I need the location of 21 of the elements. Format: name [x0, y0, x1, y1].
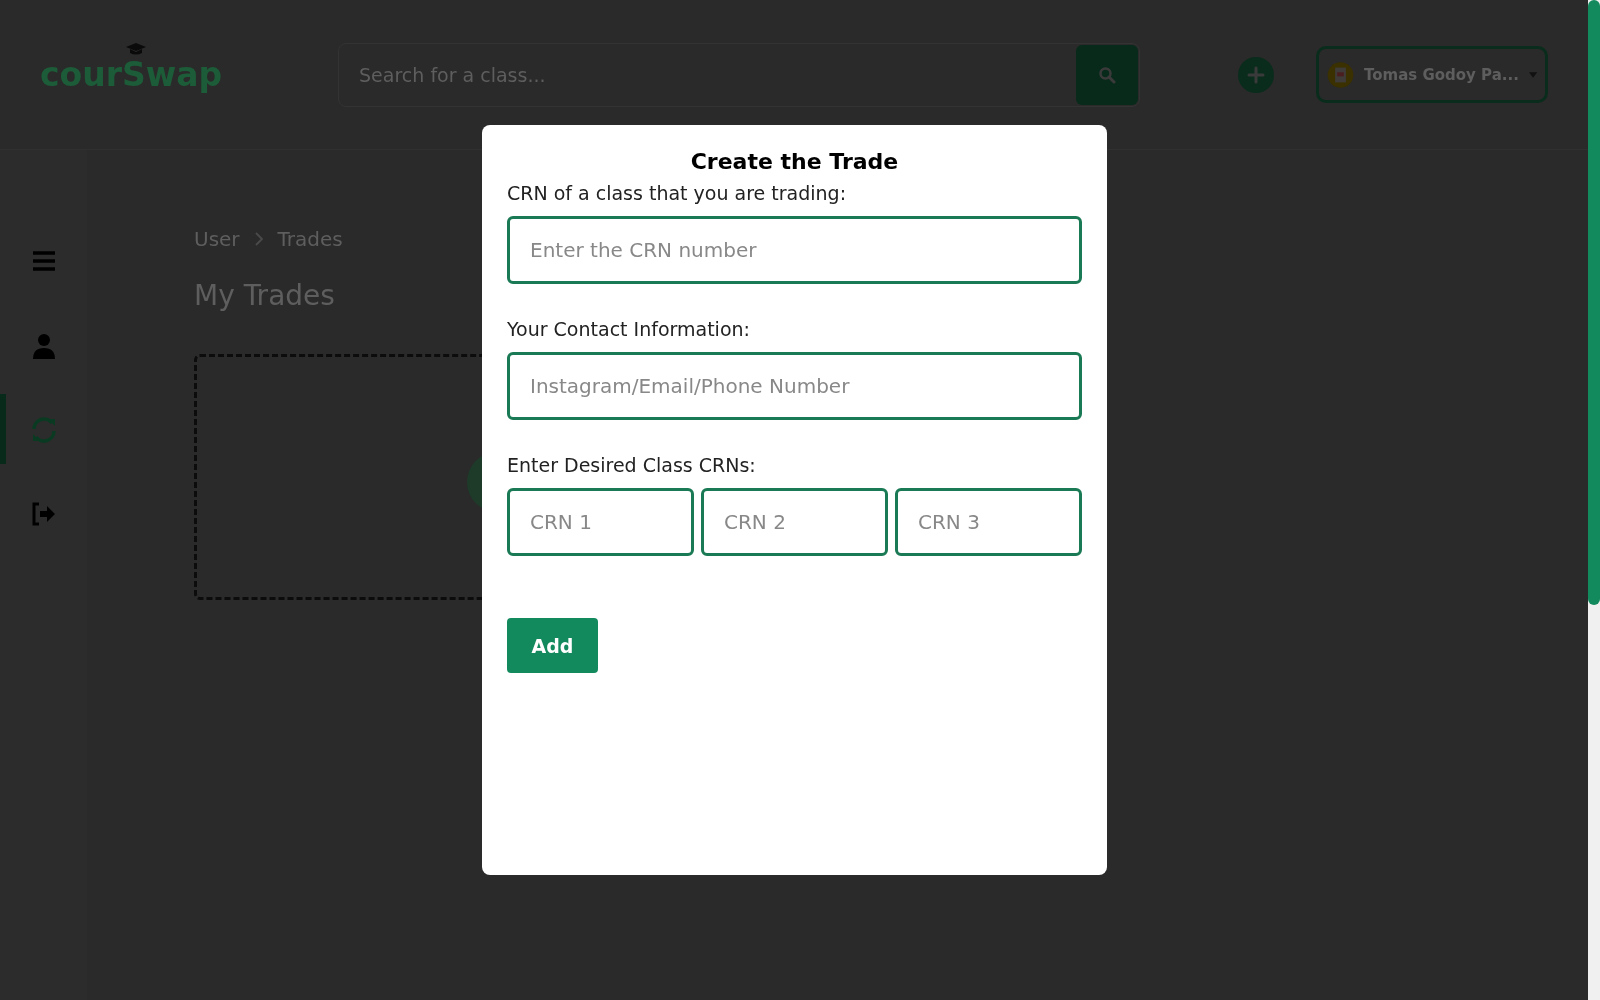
field-label: Enter Desired Class CRNs:	[507, 454, 757, 476]
modal-title: Create the Trade	[689, 149, 900, 174]
chevron-icon	[253, 232, 264, 246]
field-label: Your Contact Information:	[507, 318, 751, 340]
add-button[interactable]: Add	[507, 618, 598, 673]
add-button[interactable]	[1238, 56, 1274, 93]
graduation-cap-icon	[126, 43, 146, 55]
scrollbar[interactable]	[1588, 0, 1600, 1000]
crn-field[interactable]: CRN 2	[701, 488, 888, 556]
field-label: CRN of a class that you are trading:	[507, 182, 848, 204]
crn-field[interactable]: CRN 3	[895, 488, 1082, 556]
active-indicator	[0, 394, 6, 464]
input-field[interactable]: Enter the CRN number	[507, 216, 1082, 284]
crn-field[interactable]: CRN 1	[507, 488, 694, 556]
search-button[interactable]	[1076, 44, 1139, 105]
caret-icon	[1528, 70, 1537, 79]
scrollbar-thumb[interactable]	[1588, 0, 1600, 605]
refresh-icon[interactable]	[29, 416, 58, 444]
search-icon	[1098, 65, 1117, 84]
plus-icon	[1247, 65, 1266, 84]
input-field[interactable]: Instagram/Email/Phone Number	[507, 352, 1082, 420]
